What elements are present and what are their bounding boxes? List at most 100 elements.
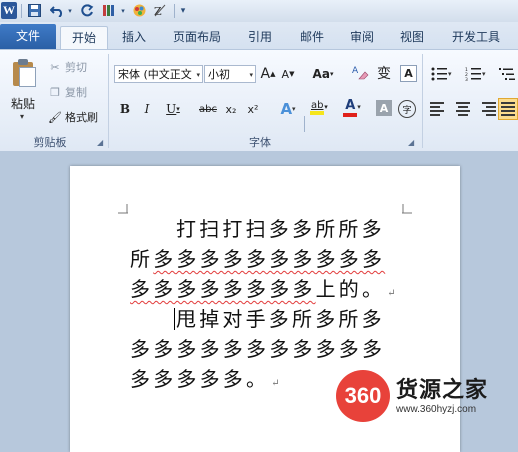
enclose-characters-button[interactable]: 字 (398, 100, 416, 118)
bullets-button[interactable]: ▾ (430, 65, 454, 83)
strikethrough-button[interactable]: abc (196, 100, 220, 118)
font-size-value: 小初 (208, 68, 230, 81)
spelling-error: 多多多多多多多多多多 (153, 247, 386, 271)
subscript-button[interactable]: x₂ (222, 100, 240, 118)
character-shading-icon: A (379, 101, 389, 115)
paste-dropdown-icon[interactable]: ▾ (20, 112, 24, 121)
ribbon-tabs: 文件 开始 插入 页面布局 引用 邮件 审阅 视图 开发工具 (0, 22, 518, 50)
tab-page-layout[interactable]: 页面布局 (166, 26, 228, 49)
group-divider (422, 54, 423, 148)
tab-mailings[interactable]: 邮件 (292, 26, 332, 49)
color-icon[interactable] (131, 2, 147, 19)
font-size-select[interactable]: 小初 ▾ (204, 65, 256, 83)
paragraph-line: 甩掉对手多所多所多 (174, 307, 385, 331)
superscript-button[interactable]: x² (244, 100, 262, 118)
paragraph-line: 多多多多多多多多多多多 (130, 337, 386, 361)
chevron-down-icon: ▾ (196, 71, 200, 79)
enclose-characters-icon: 字 (402, 105, 412, 116)
font-group-label: 字体 (249, 136, 271, 149)
cut-button[interactable]: ✂ 剪切 (48, 59, 87, 75)
character-border-button[interactable]: A (400, 65, 417, 82)
tab-home[interactable]: 开始 (60, 26, 108, 50)
multilevel-list-icon (499, 68, 515, 80)
bold-icon: B (119, 102, 131, 116)
divider (174, 4, 175, 18)
strikethrough-icon: abc (199, 103, 217, 115)
format-painter-button[interactable]: 🖌 格式刷 (48, 109, 98, 125)
multilevel-list-button[interactable] (498, 65, 518, 83)
copy-button[interactable]: ❐ 复制 (48, 84, 87, 100)
customize-qat-icon[interactable]: ▾ (178, 2, 188, 19)
svg-text:▾: ▾ (448, 70, 452, 78)
grow-font-button[interactable]: A ▲ (260, 65, 276, 83)
grow-font-icon: A (260, 66, 271, 82)
tab-references[interactable]: 引用 (240, 26, 280, 49)
font-name-select[interactable]: 宋体 (中文正文 ▾ (114, 65, 203, 83)
numbering-button[interactable]: 1 2 3 ▾ (464, 65, 488, 83)
italic-icon: I (144, 102, 150, 116)
paragraph-line: 打扫打扫多多所所多 (176, 217, 385, 241)
tab-review[interactable]: 审阅 (342, 26, 382, 49)
font-color-button[interactable]: A ▾ (340, 98, 364, 117)
highlight-button[interactable]: ab ▾ (306, 98, 332, 116)
align-right-button[interactable] (478, 100, 496, 118)
save-icon[interactable] (26, 2, 42, 19)
watermark-title: 货源之家 (396, 378, 489, 403)
brush-icon: 🖌 (48, 110, 62, 124)
dropdown-icon[interactable]: ▾ (119, 2, 127, 19)
clear-formatting-button[interactable]: A (350, 63, 370, 81)
text-effects-icon: A (280, 100, 293, 118)
redo-icon[interactable] (79, 2, 95, 19)
undo-icon[interactable] (48, 2, 66, 19)
divider (21, 4, 22, 18)
shrink-font-button[interactable]: A ▼ (280, 65, 296, 83)
align-center-button[interactable] (454, 100, 472, 118)
chevron-down-icon: ▾ (249, 71, 253, 79)
underline-icon: U (166, 102, 177, 116)
italic-button[interactable]: I (140, 100, 154, 118)
clipboard-group-label: 剪贴板 (33, 136, 67, 149)
tab-insert[interactable]: 插入 (112, 26, 156, 49)
underline-button[interactable]: U ▾ (162, 100, 184, 118)
subscript-icon: x₂ (225, 102, 237, 116)
crop-mark-top-right (402, 204, 412, 214)
character-shading-button[interactable]: A (376, 100, 392, 116)
copy-icon: ❐ (50, 85, 60, 99)
group-divider (108, 54, 109, 148)
text-effects-button[interactable]: A ▾ (276, 100, 300, 118)
change-case-icon: Aa (312, 67, 330, 81)
svg-text:A: A (352, 66, 359, 76)
clear-format-icon[interactable]: Z (152, 2, 168, 19)
shrink-font-icon: A (281, 67, 290, 81)
phonetic-icon: 变 (377, 66, 391, 82)
align-left-button[interactable] (430, 100, 448, 118)
copy-label: 复制 (65, 86, 87, 99)
font-launcher-icon[interactable]: ◢ (408, 138, 414, 147)
watermark-url: www.360hyzj.com (396, 404, 477, 415)
tab-view[interactable]: 视图 (392, 26, 432, 49)
paragraph-mark-icon: ↵ (271, 378, 280, 389)
svg-text:3: 3 (465, 77, 468, 81)
highlight-icon: ab (310, 100, 325, 115)
word-icon[interactable]: W (1, 2, 17, 19)
cut-label: 剪切 (65, 61, 87, 74)
svg-text:▾: ▾ (482, 70, 486, 78)
clipboard-launcher-icon[interactable]: ◢ (97, 138, 103, 147)
paste-button[interactable]: 粘贴 (11, 95, 35, 112)
paragraph-line: 所多多多多多多多多多多 (130, 247, 386, 271)
bold-button[interactable]: B (118, 100, 132, 118)
font-color-icon: A (343, 98, 358, 117)
format-painter-icon[interactable] (101, 2, 119, 19)
scissors-icon: ✂ (50, 60, 60, 74)
paragraph-mark-icon: ↵ (387, 288, 396, 299)
bullets-icon: ▾ (431, 67, 452, 81)
tab-file[interactable]: 文件 (0, 24, 56, 49)
undo-dropdown-icon[interactable]: ▾ (66, 2, 74, 19)
paste-icon[interactable] (11, 58, 36, 87)
ribbon-home: 粘贴 ▾ ✂ 剪切 ❐ 复制 🖌 格式刷 剪贴板 ◢ 宋体 (中文正文 ▾ 小初… (0, 49, 518, 153)
change-case-button[interactable]: Aa ▾ (312, 65, 334, 83)
quick-access-toolbar: W ▾ ▾ Z ▾ (0, 0, 518, 23)
tab-developer[interactable]: 开发工具 (444, 26, 508, 49)
phonetic-guide-button[interactable]: 变 (374, 64, 394, 82)
justify-button[interactable] (498, 98, 518, 120)
